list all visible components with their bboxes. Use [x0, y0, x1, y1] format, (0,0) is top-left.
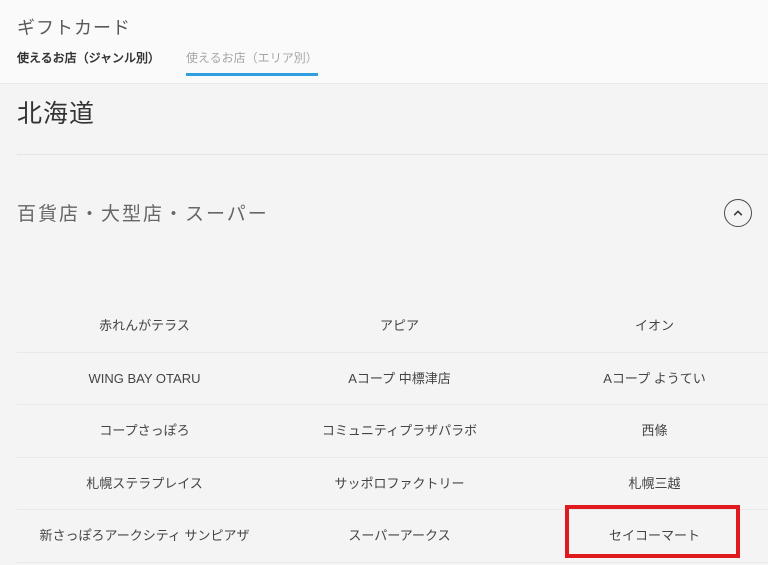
- store-cell[interactable]: 西條: [527, 405, 768, 458]
- store-cell[interactable]: セイコーマート: [527, 510, 768, 563]
- store-table: 赤れんがテラスアピアイオン WING BAY OTARUAコープ 中標津店Aコープ…: [17, 300, 768, 563]
- tab-bar: 使えるお店（ジャンル別） 使えるお店（エリア別）: [17, 50, 768, 70]
- region-divider: [17, 154, 768, 155]
- store-cell[interactable]: コープさっぽろ: [17, 405, 272, 458]
- store-cell[interactable]: サッポロファクトリー: [272, 458, 527, 511]
- store-cell[interactable]: 札幌三越: [527, 458, 768, 511]
- store-cell[interactable]: コミュニティプラザパラボ: [272, 405, 527, 458]
- store-cell[interactable]: WING BAY OTARU: [17, 353, 272, 406]
- tab-area-label: 使えるお店（エリア別）: [186, 51, 318, 65]
- tab-genre-underline: [17, 73, 160, 76]
- store-cell[interactable]: イオン: [527, 300, 768, 353]
- section-title: 百貨店・大型店・スーパー: [17, 199, 269, 226]
- page-header: ギフトカード 使えるお店（ジャンル別） 使えるお店（エリア別）: [0, 0, 768, 84]
- store-cell[interactable]: 赤れんがテラス: [17, 300, 272, 353]
- store-cell[interactable]: 札幌ステラプレイス: [17, 458, 272, 511]
- store-cell[interactable]: 新さっぽろアークシティ サンピアザ: [17, 510, 272, 563]
- store-cell[interactable]: スーパーアークス: [272, 510, 527, 563]
- tab-genre-label: 使えるお店（ジャンル別）: [17, 51, 160, 65]
- region-heading: 北海道: [17, 97, 768, 131]
- collapse-section-button[interactable]: [724, 199, 752, 227]
- tab-area[interactable]: 使えるお店（エリア別）: [186, 50, 318, 70]
- section-header: 百貨店・大型店・スーパー: [17, 198, 752, 227]
- store-cell[interactable]: Aコープ 中標津店: [272, 353, 527, 406]
- page-title: ギフトカード: [17, 16, 768, 40]
- store-cell[interactable]: Aコープ ようてい: [527, 353, 768, 406]
- tab-area-active-underline: [186, 73, 318, 76]
- chevron-up-icon: [730, 205, 746, 221]
- store-cell[interactable]: アピア: [272, 300, 527, 353]
- tab-genre[interactable]: 使えるお店（ジャンル別）: [17, 50, 160, 70]
